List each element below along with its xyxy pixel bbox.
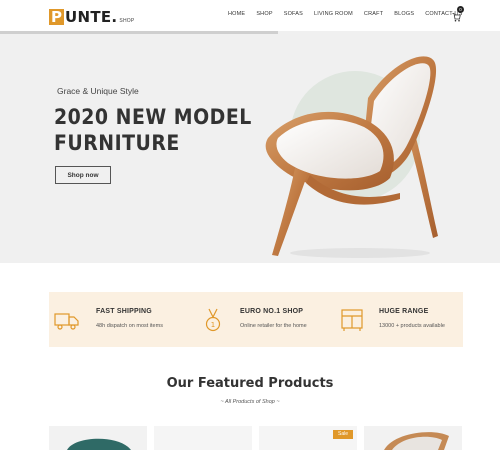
product-image bbox=[384, 432, 449, 450]
svg-text:1: 1 bbox=[211, 321, 215, 329]
feature-title: HUGE RANGE bbox=[379, 308, 429, 315]
feature-title: FAST SHIPPING bbox=[96, 308, 152, 315]
product-card[interactable] bbox=[49, 426, 147, 450]
site-header: P UNTE. SHOP HOME SHOP SOFAS LIVING ROOM… bbox=[0, 0, 500, 31]
cart-count-badge: 0 bbox=[457, 6, 464, 13]
nav-home[interactable]: HOME bbox=[228, 11, 245, 17]
main-nav: HOME SHOP SOFAS LIVING ROOM CRAFT BLOGS … bbox=[228, 11, 473, 17]
cart-icon bbox=[452, 13, 461, 22]
logo-badge: P bbox=[49, 8, 64, 26]
product-card[interactable]: Sale bbox=[259, 426, 357, 450]
feature-fast-shipping: FAST SHIPPING 48h dispatch on most items bbox=[49, 292, 189, 347]
truck-icon bbox=[54, 313, 79, 330]
cart-button[interactable]: 0 bbox=[452, 6, 464, 22]
sale-badge: Sale bbox=[333, 430, 353, 439]
features-strip: FAST SHIPPING 48h dispatch on most items… bbox=[49, 292, 463, 347]
hero-progress-bar bbox=[0, 31, 278, 34]
hero-title-line1: 2020 NEW MODEL bbox=[54, 105, 252, 129]
product-image bbox=[67, 438, 131, 450]
nav-sofas[interactable]: SOFAS bbox=[284, 11, 303, 17]
nav-shop[interactable]: SHOP bbox=[256, 11, 272, 17]
feature-huge-range: HUGE RANGE 13000 + products available bbox=[334, 292, 463, 347]
feature-desc: 13000 + products available bbox=[379, 323, 445, 329]
featured-products-subtitle: ~ All Products of Shop ~ bbox=[220, 399, 280, 405]
nav-craft[interactable]: CRAFT bbox=[364, 11, 383, 17]
hero-subtitle: Grace & Unique Style bbox=[57, 86, 139, 96]
feature-desc: Online retailer for the home bbox=[240, 323, 307, 329]
medal-icon: 1 bbox=[205, 308, 221, 332]
featured-products-title: Our Featured Products bbox=[166, 376, 334, 391]
product-card[interactable] bbox=[154, 426, 252, 450]
logo[interactable]: P UNTE. SHOP bbox=[49, 7, 134, 25]
nav-blogs[interactable]: BLOGS bbox=[394, 11, 414, 17]
feature-euro-shop: 1 EURO NO.1 SHOP Online retailer for the… bbox=[194, 292, 324, 347]
hero-banner: Grace & Unique Style 2020 NEW MODEL FURN… bbox=[0, 31, 500, 263]
feature-title: EURO NO.1 SHOP bbox=[240, 308, 304, 315]
logo-text: UNTE. bbox=[65, 8, 118, 26]
logo-sub: SHOP bbox=[119, 18, 135, 24]
nav-living-room[interactable]: LIVING ROOM bbox=[314, 11, 353, 17]
feature-desc: 48h dispatch on most items bbox=[96, 323, 163, 329]
product-card[interactable] bbox=[364, 426, 462, 450]
cabinet-icon bbox=[341, 309, 363, 331]
hero-title: 2020 NEW MODEL FURNITURE bbox=[54, 104, 252, 156]
chair-image bbox=[265, 56, 438, 258]
hero-title-line2: FURNITURE bbox=[54, 131, 180, 155]
shop-now-button[interactable]: Shop now bbox=[55, 166, 111, 184]
